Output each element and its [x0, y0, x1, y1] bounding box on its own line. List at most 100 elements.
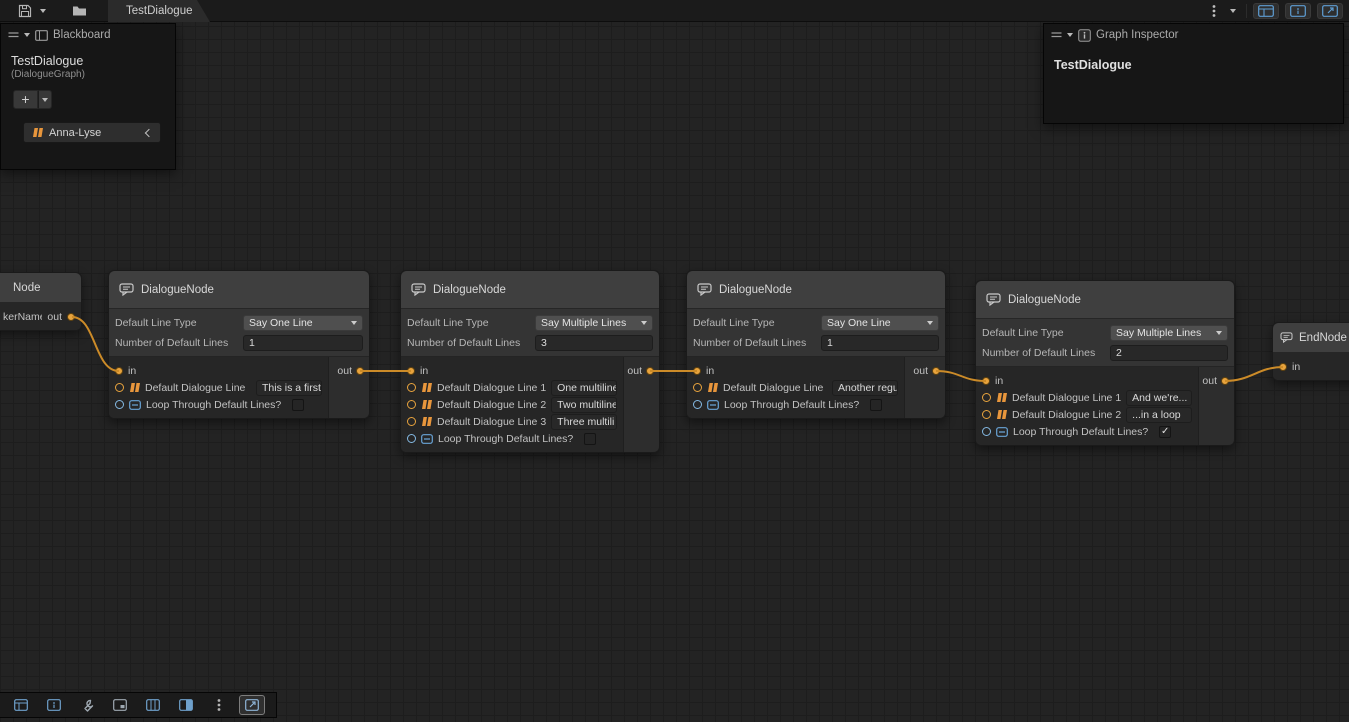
toggle-inspector-button[interactable] [1285, 3, 1311, 19]
node-inputs: in Default Dialogue Line Another regu [687, 357, 904, 418]
port-label: out [1202, 375, 1217, 387]
line-port[interactable] [115, 383, 124, 392]
dialogue-node-2[interactable]: DialogueNode Default Line Type Say Multi… [400, 270, 660, 453]
field-value: Three multili [557, 416, 614, 428]
loop-label: Loop Through Default Lines? [438, 433, 573, 445]
dialogue-line-field[interactable]: This is a first [256, 380, 322, 396]
inspector-panel-icon [1290, 5, 1306, 17]
collapse-caret-icon[interactable] [24, 33, 30, 37]
node-properties: Default Line Type Say One Line Number of… [109, 309, 369, 357]
node-title-bar[interactable]: EndNode [1273, 323, 1349, 353]
dialogue-line-field[interactable]: One multiline [551, 380, 617, 396]
toggle-preview-button[interactable] [1317, 3, 1343, 19]
blackboard-panel[interactable]: Blackboard TestDialogue (DialogueGraph) … [0, 23, 176, 170]
dialogue-node-1[interactable]: DialogueNode Default Line Type Say One L… [108, 270, 370, 419]
line-port[interactable] [693, 383, 702, 392]
save-button[interactable] [14, 0, 36, 22]
line-type-dropdown[interactable]: Say Multiple Lines [1110, 325, 1228, 341]
quote-icon [421, 400, 432, 409]
prop-label: Default Line Type [982, 327, 1106, 339]
folder-icon [72, 5, 87, 17]
port-label: out [47, 311, 62, 323]
quote-icon [707, 383, 718, 392]
num-lines-field[interactable]: 1 [243, 335, 363, 351]
dialogue-line-field[interactable]: Another regu [832, 380, 898, 396]
inspector-panel-icon [47, 699, 61, 711]
dock-open-window-button[interactable] [239, 695, 265, 715]
num-lines-field[interactable]: 1 [821, 335, 939, 351]
blackboard-panel-icon [1258, 5, 1274, 17]
line-port[interactable] [407, 400, 416, 409]
add-field-button[interactable]: + [13, 90, 38, 109]
dock-settings-button[interactable] [74, 695, 100, 715]
dock-blackboard-button[interactable] [8, 695, 34, 715]
dock-panels-button[interactable] [140, 695, 166, 715]
dialogue-node-4[interactable]: DialogueNode Default Line Type Say Multi… [975, 280, 1235, 446]
node-title-bar[interactable]: DialogueNode [687, 271, 945, 309]
line-port[interactable] [982, 393, 991, 402]
dock-minimap-button[interactable] [107, 695, 133, 715]
in-port[interactable] [1279, 363, 1287, 371]
dialogue-node-icon [411, 283, 426, 296]
graph-tab[interactable]: TestDialogue [108, 0, 210, 22]
loop-port[interactable] [982, 427, 991, 436]
dock-inspector-button[interactable] [41, 695, 67, 715]
loop-checkbox[interactable] [584, 433, 596, 445]
in-port[interactable] [407, 367, 415, 375]
line-port[interactable] [982, 410, 991, 419]
field-value: ...in a loop [1132, 409, 1180, 421]
graph-inspector-panel[interactable]: Graph Inspector TestDialogue [1043, 23, 1344, 124]
loop-checkbox[interactable] [870, 399, 882, 411]
num-lines-field[interactable]: 2 [1110, 345, 1228, 361]
loop-port[interactable] [407, 434, 416, 443]
save-dropdown-button[interactable] [36, 0, 50, 22]
line-port[interactable] [407, 417, 416, 426]
chevron-left-icon[interactable] [145, 128, 153, 136]
out-port[interactable] [1221, 377, 1229, 385]
out-port[interactable] [932, 367, 940, 375]
node-properties: Default Line Type Say Multiple Lines Num… [976, 319, 1234, 367]
blackboard-field-anna-lyse[interactable]: Anna-Lyse [23, 122, 161, 143]
loop-checkbox[interactable] [292, 399, 304, 411]
node-title-bar[interactable]: Node [0, 273, 81, 303]
graph-inspector-header[interactable]: Graph Inspector [1044, 24, 1343, 46]
node-title-bar[interactable]: DialogueNode [401, 271, 659, 309]
in-port[interactable] [693, 367, 701, 375]
line-port[interactable] [407, 383, 416, 392]
prop-label: Number of Default Lines [982, 347, 1106, 359]
prop-label: Default Line Type [407, 317, 531, 329]
collapse-caret-icon[interactable] [1067, 33, 1073, 37]
line-type-dropdown[interactable]: Say Multiple Lines [535, 315, 653, 331]
num-lines-field[interactable]: 3 [535, 335, 653, 351]
in-port[interactable] [115, 367, 123, 375]
end-node[interactable]: EndNode in [1272, 322, 1349, 381]
out-port[interactable] [356, 367, 364, 375]
in-port[interactable] [982, 377, 990, 385]
dialogue-line-field[interactable]: Three multili [551, 414, 617, 430]
out-port[interactable] [67, 313, 75, 321]
dialogue-line-field[interactable]: ...in a loop [1126, 407, 1192, 423]
line-type-dropdown[interactable]: Say One Line [821, 315, 939, 331]
loop-port[interactable] [115, 400, 124, 409]
dock-preview-toggle-button[interactable] [173, 695, 199, 715]
node-title-bar[interactable]: DialogueNode [976, 281, 1234, 319]
speaker-node-partial[interactable]: Node kerName out [0, 272, 82, 331]
dialogue-node-3[interactable]: DialogueNode Default Line Type Say One L… [686, 270, 946, 419]
line-type-dropdown[interactable]: Say One Line [243, 315, 363, 331]
port-label: in [1292, 361, 1300, 373]
add-field-dropdown-button[interactable] [38, 90, 52, 109]
loop-checkbox[interactable]: ✓ [1159, 426, 1171, 438]
blackboard-header[interactable]: Blackboard [1, 24, 175, 46]
dock-menu-button[interactable] [206, 695, 232, 715]
toggle-blackboard-button[interactable] [1253, 3, 1279, 19]
out-port[interactable] [646, 367, 654, 375]
prop-label: Default Line Type [115, 317, 239, 329]
toolbar-menu-button[interactable] [1208, 0, 1220, 22]
loop-port[interactable] [693, 400, 702, 409]
node-outputs: out [904, 357, 945, 418]
dialogue-line-field[interactable]: And we're... [1126, 390, 1192, 406]
dialogue-line-field[interactable]: Two multiline [551, 397, 617, 413]
open-asset-button[interactable] [68, 0, 91, 22]
node-title-bar[interactable]: DialogueNode [109, 271, 369, 309]
toolbar-menu-dropdown-button[interactable] [1226, 0, 1240, 22]
